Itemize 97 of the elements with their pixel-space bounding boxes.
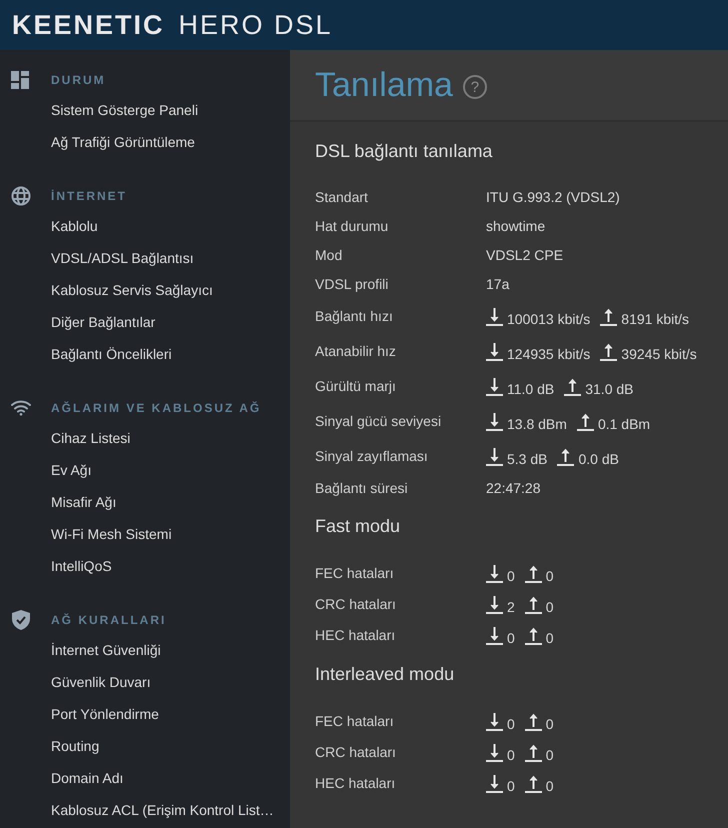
upload-value: 0 (546, 717, 554, 731)
upload-arrow-icon (557, 447, 574, 466)
download-arrow-icon (486, 595, 503, 614)
nav-item[interactable]: VDSL/ADSL Bağlantısı (51, 248, 194, 268)
upload-value: 39245 kbit/s (621, 347, 697, 361)
upload-value: 0 (546, 600, 554, 614)
nav-item[interactable]: Ağ Trafiği Görüntüleme (51, 132, 195, 152)
section-title: DSL bağlantı tanılama (315, 140, 494, 163)
nav-item[interactable]: Routing (51, 736, 100, 756)
nav-item[interactable]: Güvenlik Duvarı (51, 672, 151, 692)
dashboard-icon (10, 71, 30, 89)
download-value: 0 (507, 631, 515, 645)
download-arrow-icon (486, 307, 503, 326)
nav-item[interactable]: Ev Ağı (51, 460, 92, 480)
download-arrow-icon (486, 564, 503, 583)
download-value: 0 (507, 717, 515, 731)
wifi-icon (10, 400, 30, 416)
section-title: Fast modu (315, 515, 402, 538)
nav-item[interactable]: Domain Adı (51, 768, 124, 788)
download-arrow-icon (486, 774, 503, 793)
upload-value: 0 (546, 779, 554, 793)
upload-value: 0 (546, 631, 554, 645)
field-label: CRC hataları (315, 595, 397, 614)
download-arrow-icon (486, 342, 503, 361)
field-value: showtime (486, 217, 546, 236)
download-arrow-icon (486, 447, 503, 466)
field-label: HEC hataları (315, 626, 396, 645)
download-value: 100013 kbit/s (507, 312, 590, 326)
field-label: Bağlantı hızı (315, 307, 394, 326)
field-value: 22:47:28 (486, 479, 540, 498)
download-arrow-icon (486, 412, 503, 431)
download-value: 13.8 dBm (507, 417, 567, 431)
download-value: 0 (507, 779, 515, 793)
nav-item[interactable]: IntelliQoS (51, 556, 112, 576)
upload-value: 8191 kbit/s (621, 312, 690, 326)
download-value: 2 (507, 600, 515, 614)
download-arrow-icon (486, 377, 503, 396)
upload-value: 0.0 dB (578, 452, 619, 466)
field-label: Hat durumu (315, 217, 390, 236)
download-value: 0 (507, 748, 515, 762)
field-label: CRC hataları (315, 743, 397, 762)
field-value: ITU G.993.2 (VDSL2) (486, 188, 620, 207)
page-title: Tanılama (315, 68, 453, 102)
field-label: VDSL profili (315, 275, 390, 294)
brand-logo: KEENETIC (12, 12, 165, 38)
nav-item[interactable]: Cihaz Listesi (51, 428, 130, 448)
field-value: VDSL2 CPE (486, 246, 564, 265)
field-label: HEC hataları (315, 774, 396, 793)
upload-arrow-icon (576, 412, 594, 431)
section-heading: DURUM (51, 72, 106, 89)
upload-value: 31.0 dB (585, 382, 634, 396)
upload-arrow-icon (600, 342, 618, 361)
upload-value: 0 (546, 748, 554, 762)
upload-value: 0.1 dBm (598, 417, 650, 431)
field-label: Sinyal zayıflaması (315, 447, 429, 466)
download-arrow-icon (486, 712, 503, 731)
field-value: 17a (486, 275, 510, 294)
upload-arrow-icon (524, 774, 542, 793)
download-value: 11.0 dB (507, 382, 554, 396)
field-label: FEC hataları (315, 712, 395, 731)
upload-value: 0 (546, 569, 554, 583)
field-label: FEC hataları (315, 564, 395, 583)
upload-arrow-icon (524, 626, 542, 645)
upload-arrow-icon (564, 377, 582, 396)
nav-item[interactable]: Wi-Fi Mesh Sistemi (51, 524, 172, 544)
section-heading: AĞ KURALLARI (51, 612, 166, 629)
upload-arrow-icon (524, 743, 542, 762)
field-label: Atanabilir hız (315, 342, 397, 361)
download-arrow-icon (486, 743, 503, 762)
nav-item[interactable]: Kablosuz Servis Sağlayıcı (51, 280, 213, 300)
upload-arrow-icon (524, 564, 542, 583)
download-value: 124935 kbit/s (507, 347, 590, 361)
section-heading: AĞLARIM VE KABLOSUZ AĞ (51, 400, 262, 417)
nav-item[interactable]: Misafir Ağı (51, 492, 116, 512)
upload-arrow-icon (600, 307, 618, 326)
field-label: Standart (315, 188, 369, 207)
nav-item[interactable]: Sistem Gösterge Paneli (51, 100, 198, 120)
upload-arrow-icon (524, 595, 542, 614)
nav-item[interactable]: Bağlantı Öncelikleri (51, 344, 172, 364)
nav-item[interactable]: Kablosuz ACL (Erişim Kontrol List… (51, 800, 274, 820)
nav-item[interactable]: Port Yönlendirme (51, 704, 159, 724)
section-title: Interleaved modu (315, 663, 456, 686)
section-heading: İNTERNET (51, 188, 127, 205)
shield-check-icon (12, 610, 30, 630)
upload-arrow-icon (524, 712, 542, 731)
download-arrow-icon (486, 626, 503, 645)
nav-item[interactable]: İnternet Güvenliği (51, 640, 161, 660)
globe-icon (10, 186, 30, 206)
download-value: 5.3 dB (507, 452, 548, 466)
field-label: Bağlantı süresi (315, 479, 409, 498)
field-label: Sinyal gücü seviyesi (315, 412, 442, 431)
nav-item[interactable]: Diğer Bağlantılar (51, 312, 156, 332)
nav-item[interactable]: Kablolu (51, 216, 98, 236)
model-name: HERO DSL (178, 12, 333, 38)
field-label: Mod (315, 246, 344, 265)
download-value: 0 (507, 569, 515, 583)
field-label: Gürültü marjı (315, 377, 397, 396)
